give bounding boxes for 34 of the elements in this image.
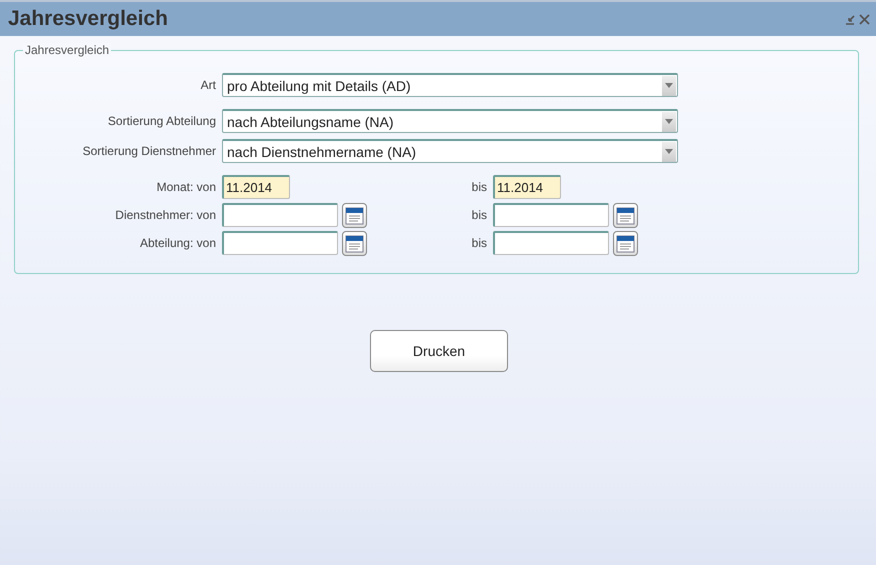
print-button[interactable]: Drucken xyxy=(370,330,508,372)
month-field[interactable]: 11.2014 xyxy=(222,175,290,199)
dropdown-arrow-icon xyxy=(665,119,673,124)
dropdown[interactable]: nach Abteilungsname (NA) xyxy=(222,109,678,133)
calendar-icon xyxy=(616,206,635,224)
input-field[interactable] xyxy=(493,203,609,227)
month-field[interactable]: 11.2014 xyxy=(493,175,561,199)
close-icon[interactable] xyxy=(859,14,870,24)
field-label: Sortierung Abteilung xyxy=(106,114,217,128)
dropdown[interactable]: nach Dienstnehmername (NA) xyxy=(222,139,678,163)
input-field[interactable] xyxy=(493,231,609,255)
dropdown[interactable]: pro Abteilung mit Details (AD) xyxy=(222,73,678,97)
calendar-icon xyxy=(616,234,635,252)
field-label: bis xyxy=(470,180,488,194)
calendar-button[interactable] xyxy=(613,202,638,228)
calendar-button[interactable] xyxy=(342,230,367,256)
field-label: Art xyxy=(200,78,217,92)
window-title: Jahresvergleich xyxy=(8,7,169,31)
field-label: Dienstnehmer: von xyxy=(114,208,217,222)
field-label: bis xyxy=(470,208,488,222)
group-legend: Jahresvergleich xyxy=(23,43,112,57)
calendar-icon xyxy=(345,206,364,224)
calendar-button[interactable] xyxy=(613,230,638,256)
field-label: Monat: von xyxy=(156,180,217,194)
calendar-icon xyxy=(345,234,364,252)
dropdown-arrow-icon xyxy=(665,83,673,88)
dropdown-arrow-icon xyxy=(665,149,673,154)
field-label: Sortierung Dienstnehmer xyxy=(82,144,217,158)
input-field[interactable] xyxy=(222,203,338,227)
calendar-button[interactable] xyxy=(342,202,367,228)
input-field[interactable] xyxy=(222,231,338,255)
field-label: bis xyxy=(470,236,488,250)
field-label: Abteilung: von xyxy=(138,236,217,250)
minimize-icon[interactable] xyxy=(845,14,856,24)
